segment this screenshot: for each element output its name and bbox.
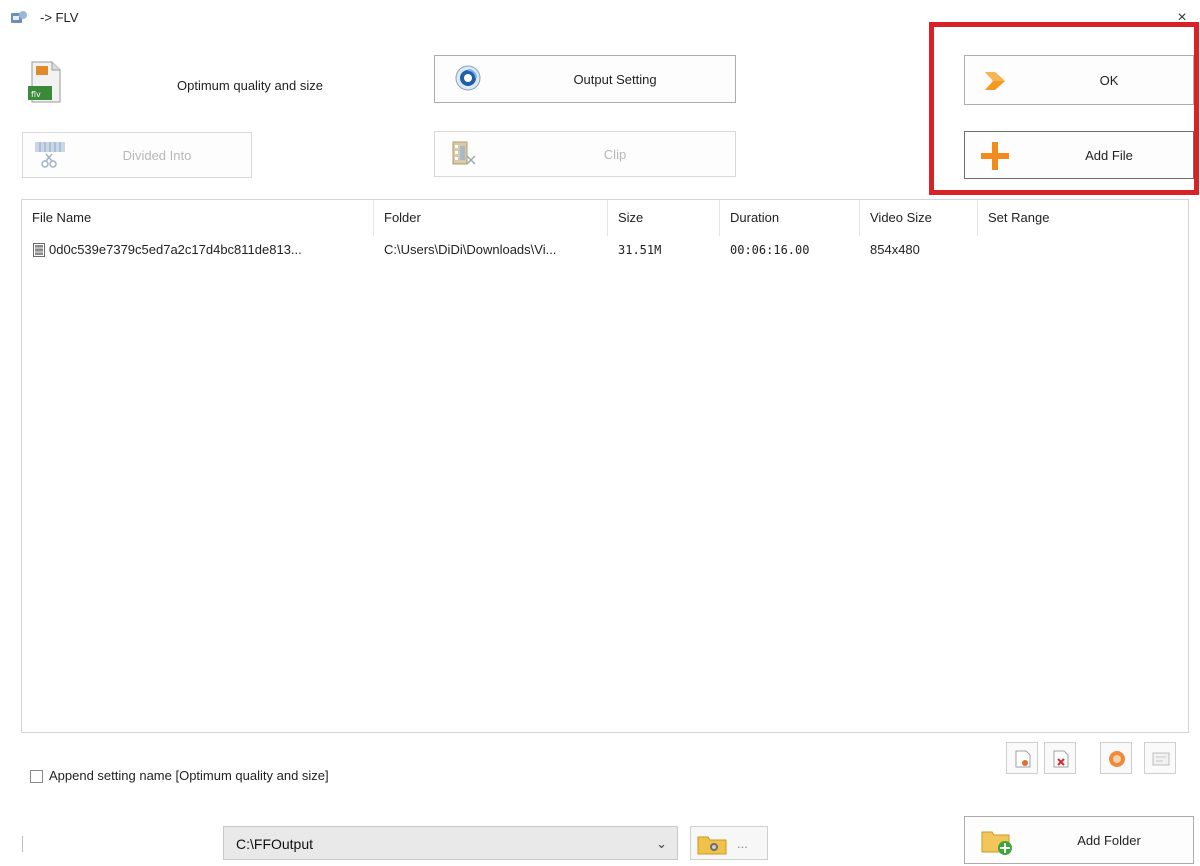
cell-video-size: 854x480 (870, 242, 920, 257)
divider (22, 836, 23, 852)
output-setting-label: Output Setting (573, 71, 657, 87)
file-remove-icon (1053, 750, 1069, 768)
move-file-button[interactable] (1006, 742, 1038, 774)
remove-file-button[interactable] (1044, 742, 1076, 774)
file-move-icon (1015, 750, 1031, 768)
column-header-set-range[interactable]: Set Range (978, 200, 1188, 236)
cell-set-range (988, 237, 1178, 263)
cell-file-name: 0d0c539e7379c5ed7a2c17d4bc811de813... (49, 242, 302, 257)
flv-file-icon: flv (28, 61, 61, 103)
split-icon (35, 142, 65, 168)
window-title: -> FLV (40, 10, 79, 25)
cell-folder: C:\Users\DiDi\Downloads\Vi... (384, 242, 557, 257)
column-header-file-name[interactable]: File Name (22, 200, 374, 236)
add-folder-button[interactable]: Add Folder (964, 816, 1194, 864)
output-folder-select[interactable]: C:\FFOutput ⌄ (223, 826, 678, 860)
divided-into-button[interactable]: Divided Into (22, 132, 252, 178)
add-folder-label: Add Folder (1077, 832, 1141, 848)
play-circle-icon (1109, 751, 1125, 767)
output-folder-value: C:\FFOutput (236, 836, 314, 852)
add-folder-icon (981, 831, 1012, 855)
column-header-duration[interactable]: Duration (720, 200, 860, 236)
list-header: File Name Folder Size Duration Video Siz… (22, 200, 1188, 236)
clip-button[interactable]: Clip (434, 131, 736, 177)
play-button[interactable] (1100, 742, 1132, 774)
divided-into-label: Divided Into (122, 147, 192, 163)
column-header-folder[interactable]: Folder (374, 200, 608, 236)
column-header-video-size[interactable]: Video Size (860, 200, 978, 236)
svg-text:flv: flv (31, 90, 41, 99)
output-setting-button[interactable]: Output Setting (434, 55, 736, 103)
column-header-size[interactable]: Size (608, 200, 720, 236)
folder-icon (697, 836, 727, 855)
settings-disc-icon (455, 65, 481, 91)
append-setting-checkbox[interactable] (30, 770, 43, 783)
file-list[interactable]: File Name Folder Size Duration Video Siz… (21, 199, 1189, 733)
info-panel-icon (1152, 752, 1170, 766)
browse-folder-button[interactable]: ... (690, 826, 768, 860)
cell-size: 31.51M (618, 243, 662, 257)
chevron-down-icon: ⌄ (656, 836, 667, 851)
app-icon (11, 11, 27, 23)
profile-label: Optimum quality and size (177, 78, 323, 93)
film-clip-icon (452, 141, 476, 165)
table-row[interactable]: 0d0c539e7379c5ed7a2c17d4bc811de813... C:… (22, 237, 1188, 263)
highlight-annotation (929, 22, 1199, 195)
append-setting-label: Append setting name [Optimum quality and… (49, 768, 329, 783)
clip-label: Clip (603, 146, 627, 162)
video-file-icon (33, 243, 45, 257)
media-info-button[interactable] (1144, 742, 1176, 774)
cell-duration: 00:06:16.00 (730, 243, 810, 257)
converter-window: -> FLV × flv Optimum quality and size Ou… (0, 0, 1200, 866)
browse-dots: ... (737, 836, 748, 851)
